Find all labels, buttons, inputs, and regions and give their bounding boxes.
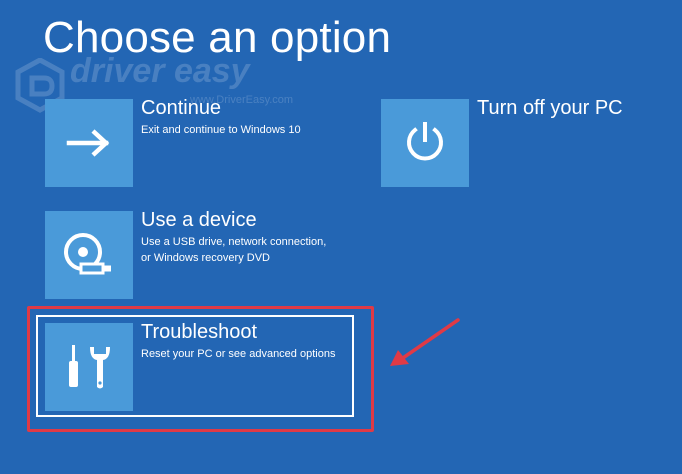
continue-description: Exit and continue to Windows 10 xyxy=(141,122,371,138)
continue-label[interactable]: Continue xyxy=(141,95,221,121)
continue-description-line: Exit and continue to Windows 10 xyxy=(141,124,301,136)
use-a-device-label[interactable]: Use a device xyxy=(141,207,257,233)
disc-usb-icon xyxy=(64,233,111,275)
power-icon xyxy=(407,122,443,161)
option-use-a-device[interactable]: Use a device Use a USB drive, network co… xyxy=(45,209,345,299)
use-a-device-description-line-2: or Windows recovery DVD xyxy=(141,252,270,264)
continue-tile[interactable] xyxy=(45,99,133,187)
page-title: Choose an option xyxy=(43,13,392,62)
option-turn-off[interactable]: Turn off your PC xyxy=(381,97,641,187)
use-a-device-tile[interactable] xyxy=(45,211,133,299)
highlight-box xyxy=(27,306,374,432)
turn-off-label[interactable]: Turn off your PC xyxy=(477,95,623,121)
turn-off-tile[interactable] xyxy=(381,99,469,187)
use-a-device-description-line-1: Use a USB drive, network connection, xyxy=(141,236,327,248)
arrow-right-icon xyxy=(66,129,110,157)
use-a-device-description: Use a USB drive, network connection, or … xyxy=(141,234,371,266)
red-arrow-annotation xyxy=(390,318,460,366)
option-continue[interactable]: Continue Exit and continue to Windows 10 xyxy=(45,97,345,187)
